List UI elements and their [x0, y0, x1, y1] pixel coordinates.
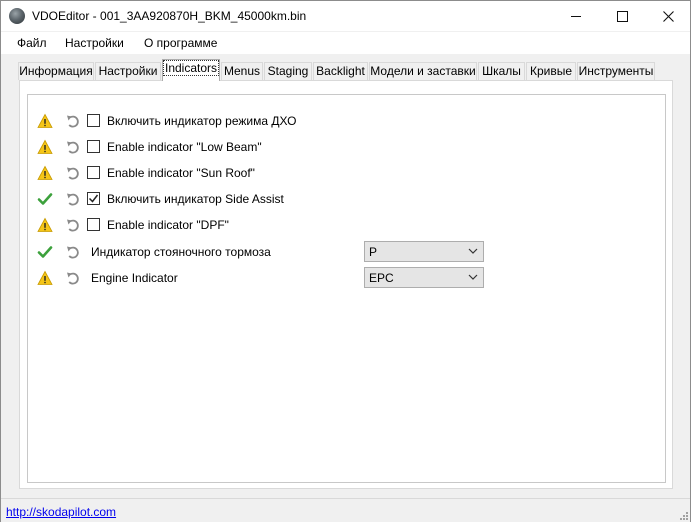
indicator-checkbox[interactable]: [87, 140, 100, 153]
engine-indicator-select[interactable]: EPC: [364, 267, 484, 288]
indicator-label: Enable indicator "Sun Roof": [107, 166, 255, 180]
maximize-button[interactable]: [599, 1, 645, 31]
undo-icon[interactable]: [65, 139, 81, 155]
tab-menus[interactable]: Menus: [221, 62, 263, 80]
menu-file[interactable]: Файл: [17, 36, 47, 50]
indicator-checkbox[interactable]: [87, 166, 100, 179]
warning-icon: [37, 139, 53, 154]
website-link[interactable]: http://skodapilot.com: [6, 505, 116, 519]
indicator-row: Enable indicator "Low Beam": [28, 137, 665, 157]
tab-information[interactable]: Информация: [18, 62, 94, 80]
undo-icon[interactable]: [65, 270, 81, 286]
tab-label: Menus: [223, 64, 261, 78]
tab-label: Indicators: [162, 60, 220, 76]
tab-label: Инструменты: [578, 64, 654, 78]
indicator-checkbox[interactable]: [87, 218, 100, 231]
chevron-down-icon: [468, 248, 478, 254]
indicator-label: Enable indicator "DPF": [107, 218, 229, 232]
indicators-list: Включить индикатор режима ДХО Enable ind…: [27, 94, 666, 483]
tab-backlight[interactable]: Backlight: [313, 62, 368, 80]
minimize-icon: [571, 15, 581, 17]
undo-icon[interactable]: [65, 165, 81, 181]
warning-icon: [37, 270, 53, 285]
indicator-row: Индикатор стояночного тормоза P: [28, 241, 665, 262]
indicator-row: Engine Indicator EPC: [28, 267, 665, 288]
tab-scales[interactable]: Шкалы: [478, 62, 525, 80]
undo-icon[interactable]: [65, 113, 81, 129]
tab-tools[interactable]: Инструменты: [577, 62, 655, 80]
tab-label: Модели и заставки: [370, 64, 476, 78]
select-value: EPC: [369, 271, 394, 285]
checkmark-icon: [37, 193, 53, 205]
tab-settings[interactable]: Настройки: [95, 62, 161, 80]
indicator-checkbox[interactable]: [87, 192, 100, 205]
status-bar: http://skodapilot.com: [1, 498, 690, 522]
undo-icon[interactable]: [65, 217, 81, 233]
checkmark-icon: [37, 246, 53, 258]
indicator-label: Engine Indicator: [91, 271, 178, 285]
app-icon: [9, 8, 25, 24]
app-window: VDOEditor - 001_3AA920870H_BKM_45000km.b…: [0, 0, 691, 522]
tab-strip: Информация Настройки Indicators Menus St…: [1, 59, 690, 81]
tab-curves[interactable]: Кривые: [526, 62, 576, 80]
indicator-row: Включить индикатор Side Assist: [28, 189, 665, 209]
tab-indicators[interactable]: Indicators: [162, 59, 220, 81]
close-button[interactable]: [645, 1, 691, 31]
indicator-row: Включить индикатор режима ДХО: [28, 111, 665, 131]
resize-grip-icon[interactable]: [678, 510, 688, 520]
indicator-row: Enable indicator "DPF": [28, 215, 665, 235]
indicator-label: Включить индикатор Side Assist: [107, 192, 284, 206]
menu-settings[interactable]: Настройки: [65, 36, 124, 50]
warning-icon: [37, 165, 53, 180]
menu-about[interactable]: О программе: [144, 36, 217, 50]
tab-models[interactable]: Модели и заставки: [369, 62, 477, 80]
indicator-label: Включить индикатор режима ДХО: [107, 114, 297, 128]
indicator-label: Enable indicator "Low Beam": [107, 140, 262, 154]
tab-label: Кривые: [529, 64, 573, 78]
select-value: P: [369, 245, 378, 259]
maximize-icon: [616, 10, 628, 22]
indicator-label: Индикатор стояночного тормоза: [91, 245, 271, 259]
warning-icon: [37, 217, 53, 232]
tab-label: Информация: [19, 64, 93, 78]
warning-icon: [37, 113, 53, 128]
chevron-down-icon: [468, 274, 478, 280]
undo-icon[interactable]: [65, 191, 81, 207]
tab-label: Backlight: [316, 64, 365, 78]
title-bar[interactable]: VDOEditor - 001_3AA920870H_BKM_45000km.b…: [1, 1, 690, 31]
parking-brake-select[interactable]: P: [364, 241, 484, 262]
close-icon: [662, 10, 674, 22]
tab-label: Настройки: [98, 64, 158, 78]
undo-icon[interactable]: [65, 244, 81, 260]
tab-staging[interactable]: Staging: [264, 62, 312, 80]
menu-bar: Файл Настройки О программе: [1, 32, 690, 54]
tab-label: Staging: [267, 64, 309, 78]
indicator-row: Enable indicator "Sun Roof": [28, 163, 665, 183]
indicators-panel: Включить индикатор режима ДХО Enable ind…: [19, 80, 673, 489]
check-mark-icon: [88, 194, 99, 203]
minimize-button[interactable]: [553, 1, 599, 31]
indicator-checkbox[interactable]: [87, 114, 100, 127]
window-title: VDOEditor - 001_3AA920870H_BKM_45000km.b…: [32, 9, 307, 23]
tab-label: Шкалы: [482, 64, 521, 78]
